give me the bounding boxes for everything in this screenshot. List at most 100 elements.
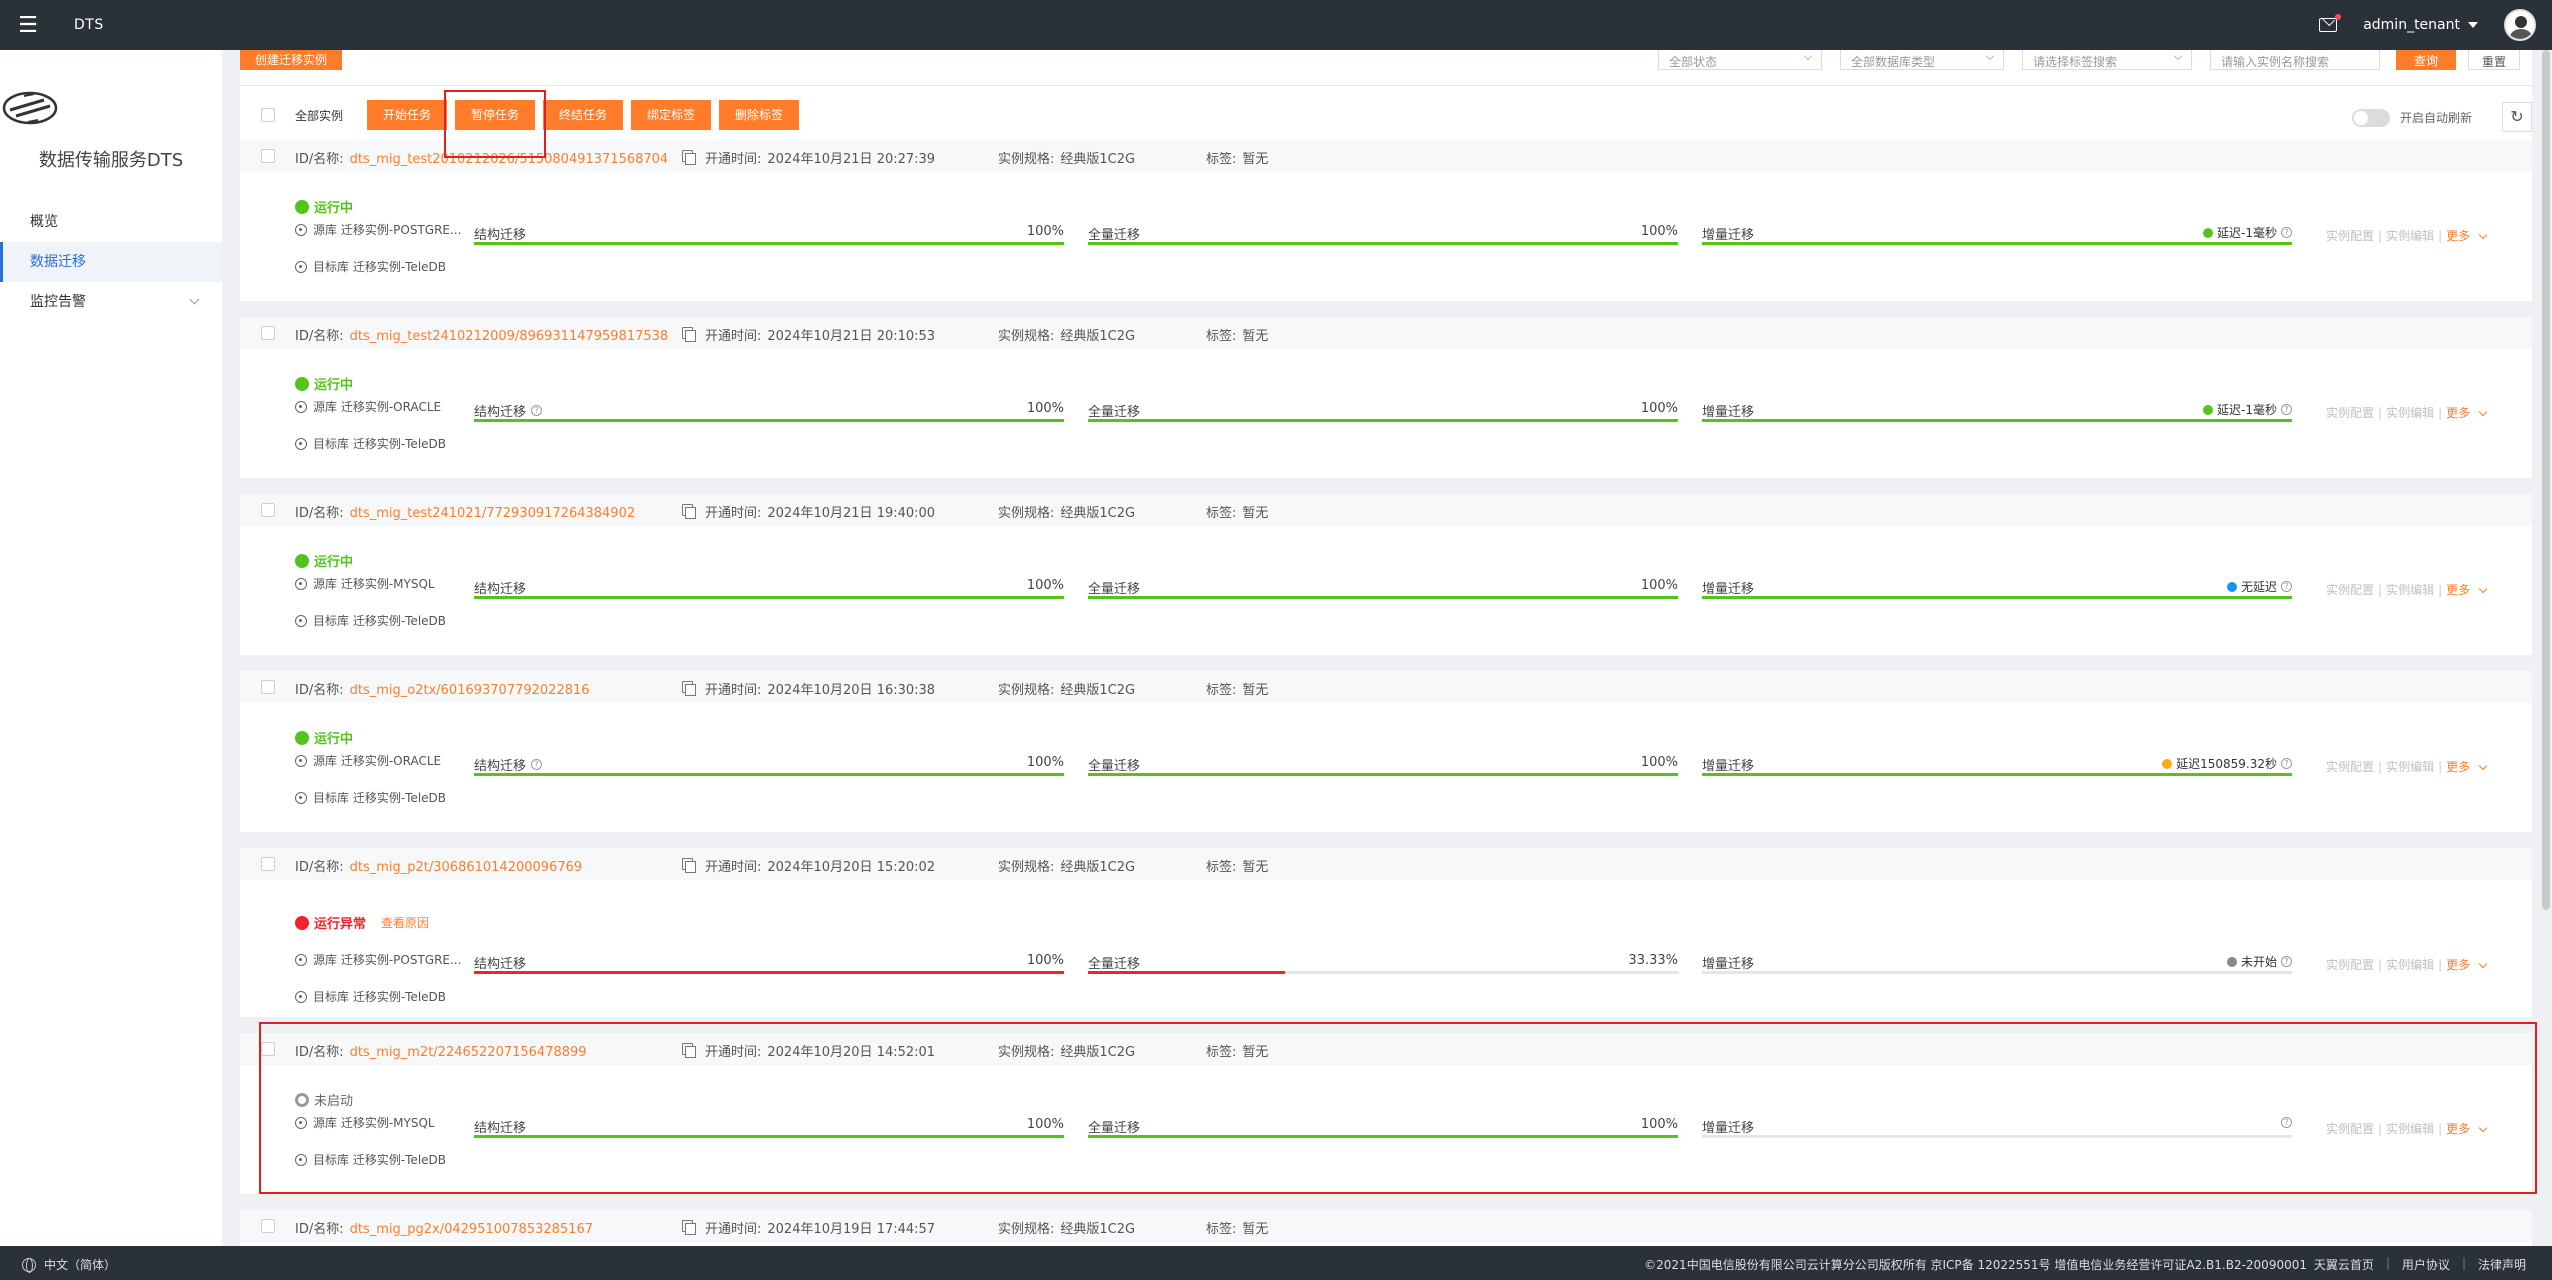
- tag-value: 暂无: [1242, 329, 1269, 344]
- copy-icon[interactable]: [682, 150, 696, 165]
- help-icon[interactable]: ?: [2281, 227, 2292, 238]
- help-icon[interactable]: ?: [2281, 581, 2292, 592]
- copy-icon[interactable]: [682, 327, 696, 342]
- search-input[interactable]: 请输入实例名称搜索: [2210, 50, 2380, 70]
- incremental-migration-progress: 增量迁移 无延迟?: [1702, 578, 2292, 608]
- task-checkbox[interactable]: [261, 326, 275, 340]
- copy-icon[interactable]: [682, 858, 696, 873]
- progress-fill: [1702, 596, 2292, 599]
- status-dot-icon: [295, 553, 309, 568]
- instance-edit-link[interactable]: 实例编辑: [2386, 583, 2434, 597]
- instance-config-link[interactable]: 实例配置: [2326, 760, 2374, 774]
- task-card: ID/名称: dts_mig_test241021/772930917264384…: [240, 494, 2532, 655]
- more-actions-button[interactable]: 更多: [2446, 583, 2488, 597]
- copy-icon[interactable]: [682, 681, 696, 696]
- task-id-link[interactable]: dts_mig_o2tx/601693707792022816: [350, 683, 590, 698]
- latency-text: 延迟-1毫秒: [2217, 226, 2277, 240]
- task-header: ID/名称: dts_mig_test241021/772930917264384…: [240, 494, 2532, 526]
- help-icon[interactable]: ?: [531, 405, 543, 416]
- help-icon[interactable]: ?: [531, 759, 543, 770]
- task-checkbox[interactable]: [261, 857, 275, 871]
- more-actions-button[interactable]: 更多: [2446, 760, 2488, 774]
- scrollbar[interactable]: [2542, 50, 2550, 910]
- task-id-link[interactable]: dts_mig_test2410212009/89693114795981753…: [350, 329, 669, 344]
- instance-edit-link[interactable]: 实例编辑: [2386, 229, 2434, 243]
- db-label: 源库 迁移实例-ORACLE: [313, 400, 442, 414]
- task-id-link[interactable]: dts_mig_p2t/306861014200096769: [350, 860, 583, 875]
- sidebar-item-overview[interactable]: 概览: [0, 202, 222, 242]
- db-type-select[interactable]: 全部数据库类型: [1840, 50, 2004, 70]
- instance-config-link[interactable]: 实例配置: [2326, 406, 2374, 420]
- instance-config-link[interactable]: 实例配置: [2326, 958, 2374, 972]
- select-all-checkbox[interactable]: [261, 108, 275, 122]
- menu-icon[interactable]: ☰: [0, 0, 56, 50]
- task-status: 运行异常 查看原因: [295, 913, 429, 932]
- footer-link-home[interactable]: 天翼云首页: [2314, 1256, 2374, 1273]
- reset-button[interactable]: 重置: [2468, 50, 2520, 70]
- database-icon: [295, 990, 307, 1003]
- progress-track: [1702, 971, 2292, 974]
- full-migration-progress: 全量迁移 100%: [1088, 578, 1678, 608]
- username: admin_tenant: [2363, 17, 2460, 33]
- progress-fill: [1088, 971, 1285, 974]
- progress-label-text: 全量迁移: [1088, 228, 1141, 243]
- task-id-link[interactable]: dts_mig_test241021/772930917264384902: [350, 506, 636, 521]
- database-icon: [295, 754, 307, 767]
- progress-track: [1088, 773, 1678, 776]
- stop-task-button[interactable]: 终结任务: [543, 100, 623, 130]
- more-actions-button[interactable]: 更多: [2446, 958, 2488, 972]
- footer-separator: |: [2461, 1256, 2466, 1270]
- footer-link-legal[interactable]: 法律声明: [2478, 1256, 2526, 1273]
- task-checkbox[interactable]: [261, 149, 275, 163]
- instance-config-link[interactable]: 实例配置: [2326, 583, 2374, 597]
- task-id-link[interactable]: dts_mig_pg2x/042951007853285167: [350, 1222, 593, 1237]
- create-migration-button[interactable]: 创建迁移实例: [240, 50, 342, 70]
- instance-config-link[interactable]: 实例配置: [2326, 229, 2374, 243]
- task-checkbox[interactable]: [261, 1219, 275, 1233]
- tag-select[interactable]: 请选择标签搜索: [2022, 50, 2192, 70]
- help-icon[interactable]: ?: [2281, 404, 2292, 415]
- help-icon[interactable]: ?: [2281, 956, 2292, 967]
- task-actions: 实例配置 | 实例编辑 | 更多: [2326, 758, 2488, 775]
- instance-edit-link[interactable]: 实例编辑: [2386, 760, 2434, 774]
- task-checkbox[interactable]: [261, 503, 275, 517]
- chevron-down-icon: [2478, 230, 2488, 240]
- source-db: 源库 迁移实例-ORACLE: [295, 752, 441, 769]
- user-menu[interactable]: admin_tenant: [2363, 17, 2478, 33]
- language-switch[interactable]: 中文（简体）: [22, 1256, 116, 1273]
- instance-edit-link[interactable]: 实例编辑: [2386, 958, 2434, 972]
- copy-icon[interactable]: [682, 1220, 696, 1235]
- more-actions-button[interactable]: 更多: [2446, 229, 2488, 243]
- footer-link-agreement[interactable]: 用户协议: [2402, 1256, 2450, 1273]
- progress-track: [1088, 419, 1678, 422]
- task-actions: 实例配置 | 实例编辑 | 更多: [2326, 227, 2488, 244]
- more-label: 更多: [2446, 229, 2471, 243]
- status-select[interactable]: 全部状态: [1658, 50, 1822, 70]
- progress-fill: [1702, 242, 2292, 245]
- dts-logo-icon: [2, 91, 58, 125]
- sidebar-item-data-migration[interactable]: 数据迁移: [0, 242, 222, 282]
- target-db: 目标库 迁移实例-TeleDB: [295, 612, 446, 629]
- progress-label: 全量迁移: [1088, 953, 1140, 972]
- progress-track: [474, 242, 1064, 245]
- mail-icon[interactable]: [2319, 14, 2342, 32]
- more-actions-button[interactable]: 更多: [2446, 406, 2488, 420]
- refresh-icon[interactable]: ↻: [2502, 102, 2532, 132]
- bind-tag-button[interactable]: 绑定标签: [631, 100, 711, 130]
- auto-refresh-toggle[interactable]: [2352, 109, 2390, 127]
- help-icon[interactable]: ?: [2281, 758, 2292, 769]
- view-reason-link[interactable]: 查看原因: [381, 914, 429, 931]
- task-checkbox[interactable]: [261, 680, 275, 694]
- action-separator: |: [2438, 583, 2443, 597]
- query-button[interactable]: 查询: [2396, 50, 2456, 70]
- sidebar-item-monitoring[interactable]: 监控告警: [0, 282, 222, 322]
- avatar[interactable]: [2504, 9, 2536, 41]
- task-card: ID/名称: dts_mig_test2010212026/51508049137…: [240, 140, 2532, 301]
- delete-tag-button[interactable]: 删除标签: [719, 100, 799, 130]
- instance-edit-link[interactable]: 实例编辑: [2386, 406, 2434, 420]
- progress-label: 结构迁移?: [474, 401, 543, 420]
- incremental-migration-progress: 增量迁移 未开始?: [1702, 953, 2292, 983]
- open-time: 开通时间: 2024年10月21日 20:10:53: [705, 325, 935, 344]
- copy-icon[interactable]: [682, 504, 696, 519]
- start-task-button[interactable]: 开始任务: [367, 100, 447, 130]
